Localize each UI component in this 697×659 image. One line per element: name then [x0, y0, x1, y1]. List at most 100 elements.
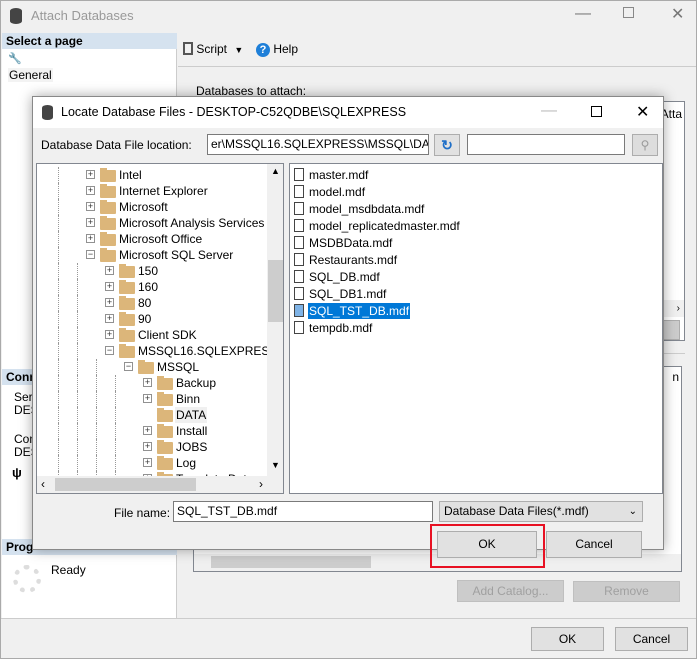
tree-item-label: JOBS	[176, 440, 208, 454]
expander-icon[interactable]: +	[86, 170, 95, 179]
tree-line	[58, 247, 59, 263]
folder-tree[interactable]: + Intel + Internet Explorer + Microsoft + Micro…	[36, 163, 284, 494]
tree-item[interactable]: + Microsoft	[37, 199, 267, 215]
tree-item-label: 90	[138, 312, 152, 326]
file-name-input[interactable]: SQL_TST_DB.mdf	[173, 501, 433, 522]
dialog-title: Locate Database Files - DESKTOP-C52QDBE\…	[61, 105, 407, 119]
tree-item[interactable]: + Binn	[37, 391, 267, 407]
file-list[interactable]: master.mdf model.mdf model_msdbdata.mdf mod…	[289, 163, 663, 494]
file-icon	[294, 287, 304, 300]
remove-button[interactable]: Remove	[573, 581, 680, 602]
progress-status: Ready	[51, 563, 86, 577]
tree-horizontal-scrollbar[interactable]: ‹ ›	[37, 476, 283, 493]
folder-icon	[119, 312, 135, 326]
tree-item[interactable]: − Microsoft SQL Server	[37, 247, 267, 263]
dropdown-arrow-icon[interactable]: ▼	[234, 45, 243, 55]
location-input[interactable]: er\MSSQL16.SQLEXPRESS\MSSQL\DATA	[207, 134, 429, 155]
ok-button[interactable]: OK	[531, 627, 604, 651]
tree-item[interactable]: + Log	[37, 455, 267, 471]
maximize-button[interactable]	[623, 7, 634, 18]
cancel-button[interactable]: Cancel	[615, 627, 688, 651]
help-label: Help	[273, 42, 299, 56]
expander-icon[interactable]: +	[143, 442, 152, 451]
folder-icon	[100, 232, 116, 246]
search-button[interactable]: ⚲	[632, 134, 658, 156]
chevron-down-icon: ⌄	[628, 506, 637, 517]
tree-line	[77, 359, 78, 375]
file-icon	[294, 202, 304, 215]
tree-item[interactable]: − MSSQL16.SQLEXPRESS	[37, 343, 267, 359]
expander-icon[interactable]: +	[86, 202, 95, 211]
expander-icon[interactable]: +	[86, 186, 95, 195]
expander-icon[interactable]: +	[105, 266, 114, 275]
folder-icon	[157, 440, 173, 454]
tree-item[interactable]: +150	[37, 263, 267, 279]
dialog-close-button[interactable]: ✕	[636, 102, 649, 122]
tree-line	[96, 455, 97, 471]
minimize-button[interactable]: —	[575, 5, 591, 23]
toolbar: Script ▼ ? Help	[178, 33, 696, 67]
footer-divider	[1, 618, 696, 619]
folder-icon	[119, 344, 135, 358]
expander-icon[interactable]: +	[105, 330, 114, 339]
file-icon	[294, 270, 304, 283]
dialog-minimize-button[interactable]: —	[541, 102, 557, 120]
tree-item-label: MSSQL	[157, 360, 200, 374]
help-button[interactable]: ? Help	[256, 40, 298, 58]
tree-line	[77, 391, 78, 407]
tree-item[interactable]: − MSSQL	[37, 359, 267, 375]
tree-line	[115, 407, 116, 423]
tree-item[interactable]: + Internet Explorer	[37, 183, 267, 199]
page-general[interactable]: 🔧 General	[8, 50, 68, 82]
tree-item[interactable]: + Intel	[37, 167, 267, 183]
expander-icon[interactable]: +	[143, 426, 152, 435]
tree-line	[58, 439, 59, 455]
tree-item[interactable]: +90	[37, 311, 267, 327]
add-catalog-button[interactable]: Add Catalog...	[457, 580, 564, 602]
tree-vertical-scrollbar[interactable]: ▲ ▼	[267, 164, 283, 476]
expander-icon[interactable]: +	[86, 218, 95, 227]
tree-line	[77, 407, 78, 423]
expander-icon[interactable]: +	[105, 314, 114, 323]
tree-item[interactable]: DATA	[37, 407, 267, 423]
expander-icon[interactable]: −	[86, 250, 95, 259]
tree-item[interactable]: + JOBS	[37, 439, 267, 455]
expander-icon[interactable]: −	[124, 362, 133, 371]
tree-line	[77, 423, 78, 439]
script-button[interactable]: Script ▼	[183, 40, 243, 58]
tree-item[interactable]: +80	[37, 295, 267, 311]
dialog-titlebar: Locate Database Files - DESKTOP-C52QDBE\…	[33, 97, 663, 128]
locate-database-files-dialog: Locate Database Files - DESKTOP-C52QDBE\…	[32, 96, 664, 568]
file-name: SQL_DB1.mdf	[309, 287, 387, 301]
folder-icon	[138, 360, 154, 374]
file-type-select[interactable]: Database Data Files(*.mdf) ⌄	[439, 501, 643, 522]
dialog-cancel-button[interactable]: Cancel	[546, 531, 642, 558]
tree-item[interactable]: +160	[37, 279, 267, 295]
file-name: MSDBData.mdf	[309, 236, 393, 250]
expander-icon[interactable]: +	[143, 458, 152, 467]
tree-item[interactable]: + Microsoft Office	[37, 231, 267, 247]
expander-icon[interactable]: +	[86, 234, 95, 243]
connection-properties-icon[interactable]: ψ	[12, 465, 22, 480]
tree-line	[58, 327, 59, 343]
expander-icon[interactable]: −	[105, 346, 114, 355]
expander-icon[interactable]: +	[105, 282, 114, 291]
search-input[interactable]	[467, 134, 625, 155]
tree-item[interactable]: + Install	[37, 423, 267, 439]
tree-item[interactable]: + Microsoft Analysis Services	[37, 215, 267, 231]
grid-button[interactable]	[662, 320, 680, 340]
expander-icon[interactable]: +	[143, 378, 152, 387]
close-button[interactable]: ✕	[671, 4, 684, 24]
expander-icon[interactable]: +	[105, 298, 114, 307]
file-icon	[294, 185, 304, 198]
refresh-button[interactable]: ↻	[434, 134, 460, 156]
tree-item-label: Binn	[176, 392, 201, 406]
tree-item[interactable]: + Backup	[37, 375, 267, 391]
dialog-ok-button[interactable]: OK	[437, 531, 537, 558]
tree-item[interactable]: + Client SDK	[37, 327, 267, 343]
expander-icon[interactable]: +	[143, 394, 152, 403]
progress-spinner-icon	[13, 565, 41, 593]
tree-line	[58, 407, 59, 423]
tree-item-label: Intel	[119, 168, 142, 182]
dialog-maximize-button[interactable]	[591, 106, 602, 117]
